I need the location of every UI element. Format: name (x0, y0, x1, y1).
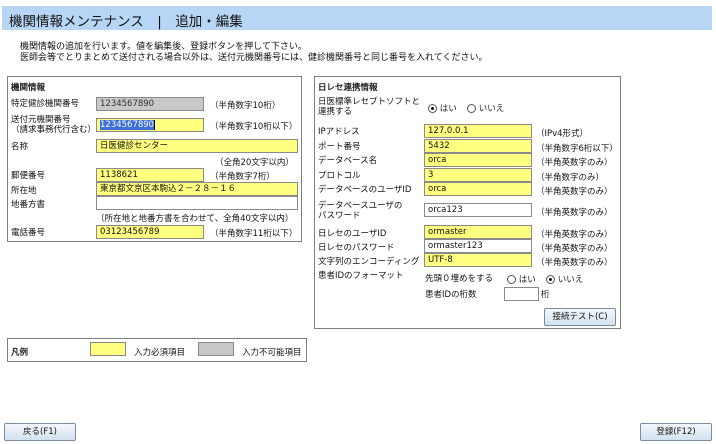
register-button[interactable]: 登録(F12) (640, 423, 712, 441)
port-field[interactable]: 5432 (424, 139, 532, 153)
legend-readonly-label: 入力不可能項目 (242, 348, 302, 358)
pid-format-label: 患者IDのフォーマット (318, 271, 404, 281)
encoding-label: 文字列のエンコーディング (318, 257, 420, 267)
sender-no-label-2: （請求事務代行含む） (11, 125, 97, 135)
postal-field[interactable]: 1138621 (96, 168, 204, 182)
radio-selected-icon (546, 275, 555, 284)
radio-empty-icon (467, 104, 476, 113)
pid-digits-field[interactable] (504, 287, 539, 301)
radio-selected-icon (428, 104, 437, 113)
dbuser-field[interactable]: orca (424, 182, 532, 196)
phone-note: （半角数字11桁以下） (210, 229, 298, 239)
dbpass-field[interactable]: orca123 (424, 203, 532, 217)
port-label: ポート番号 (318, 142, 361, 152)
dbuser-label: データベースのユーザID (318, 185, 412, 195)
orca-user-label: 日レセのユーザID (318, 229, 387, 239)
orca-pass-field[interactable]: ormaster123 (424, 239, 532, 253)
legend-required-label: 入力必須項目 (134, 348, 186, 358)
name-label: 名称 (11, 142, 29, 152)
sender-no-note: （半角数字10桁以下） (210, 122, 298, 132)
name-field[interactable]: 日医健診センター (96, 139, 298, 153)
postal-note: （半角数字7桁） (210, 172, 275, 182)
kenshin-no-label: 特定健診機関番号 (11, 99, 80, 109)
banchi-field[interactable] (96, 196, 298, 210)
dbuser-note: （半角英数字のみ） (536, 187, 613, 197)
sender-no-label-1: 送付元機関番号 (11, 115, 71, 125)
page-title: 機関情報メンテナンス | 追加・編集 (9, 14, 243, 30)
banchi-label: 地番方書 (11, 200, 46, 210)
zero-fill-label: 先頭０埋めをする (425, 274, 494, 284)
name-note: （全角20文字以内） (215, 158, 294, 168)
port-note: （半角数字6桁以下） (536, 144, 618, 154)
header-bar: 機関情報メンテナンス | 追加・編集 (2, 6, 712, 30)
zero-fill-yes-radio[interactable]: はい (507, 273, 536, 285)
postal-label: 郵便番号 (11, 171, 46, 181)
sender-no-field[interactable]: 1234567890 (96, 118, 204, 132)
connection-test-button[interactable]: 接続テスト(C) (544, 308, 616, 326)
orca-panel-title: 日レセ連携情報 (318, 83, 378, 93)
orca-user-note: （半角英数字のみ） (536, 230, 613, 240)
legend-readonly-swatch (198, 342, 234, 356)
banchi-note: （所在地と地番方書を合わせて、全角40文字以内） (96, 214, 294, 224)
link-label-1: 日医標準レセプトソフトと (318, 97, 421, 107)
link-label-2: 連携する (318, 107, 353, 117)
dbpass-label-2: パスワード (318, 211, 361, 221)
ip-field[interactable]: 127.0.0.1 (424, 124, 532, 138)
org-info-title: 機関情報 (11, 83, 46, 93)
kenshin-no-field: 1234567890 (96, 97, 204, 111)
legend-title: 凡例 (11, 348, 29, 358)
dbpass-note: （半角英数字のみ） (536, 208, 613, 218)
dbname-note: （半角英数字のみ） (536, 158, 613, 168)
phone-field[interactable]: 03123456789 (96, 225, 204, 239)
legend-required-swatch (90, 342, 126, 356)
dbname-field[interactable]: orca (424, 153, 532, 167)
encoding-field[interactable]: UTF-8 (424, 253, 532, 267)
dbname-label: データベース名 (318, 156, 378, 166)
protocol-label: プロトコル (318, 171, 361, 181)
address-label: 所在地 (11, 186, 37, 196)
protocol-note: （半角数字のみ） (536, 173, 605, 183)
kenshin-no-note: （半角数字10桁） (210, 101, 281, 111)
ip-note: （IPv4形式） (536, 129, 589, 139)
address-field[interactable]: 東京都文京区本駒込２－２８－１６ (96, 182, 298, 196)
protocol-field[interactable]: 3 (424, 168, 532, 182)
dbpass-label-1: データベースユーザの (318, 201, 403, 211)
orca-pass-note: （半角英数字のみ） (536, 244, 613, 254)
orca-pass-label: 日レセのパスワード (318, 243, 395, 253)
orca-user-field[interactable]: ormaster (424, 225, 532, 239)
encoding-note: （半角英数字のみ） (536, 258, 613, 268)
intro-line-2: 医師会等でとりまとめて送付される場合以外は、送付元機関番号には、健診機関番号と同… (20, 53, 488, 63)
zero-fill-no-radio[interactable]: いいえ (546, 273, 583, 285)
link-no-radio[interactable]: いいえ (467, 102, 504, 114)
pid-digits-label: 患者IDの桁数 (425, 290, 477, 300)
ip-label: IPアドレス (318, 127, 360, 137)
pid-digits-unit: 桁 (541, 290, 550, 300)
radio-empty-icon (507, 275, 516, 284)
link-yes-radio[interactable]: はい (428, 102, 457, 114)
back-button[interactable]: 戻る(F1) (4, 423, 76, 441)
phone-label: 電話番号 (11, 228, 46, 238)
